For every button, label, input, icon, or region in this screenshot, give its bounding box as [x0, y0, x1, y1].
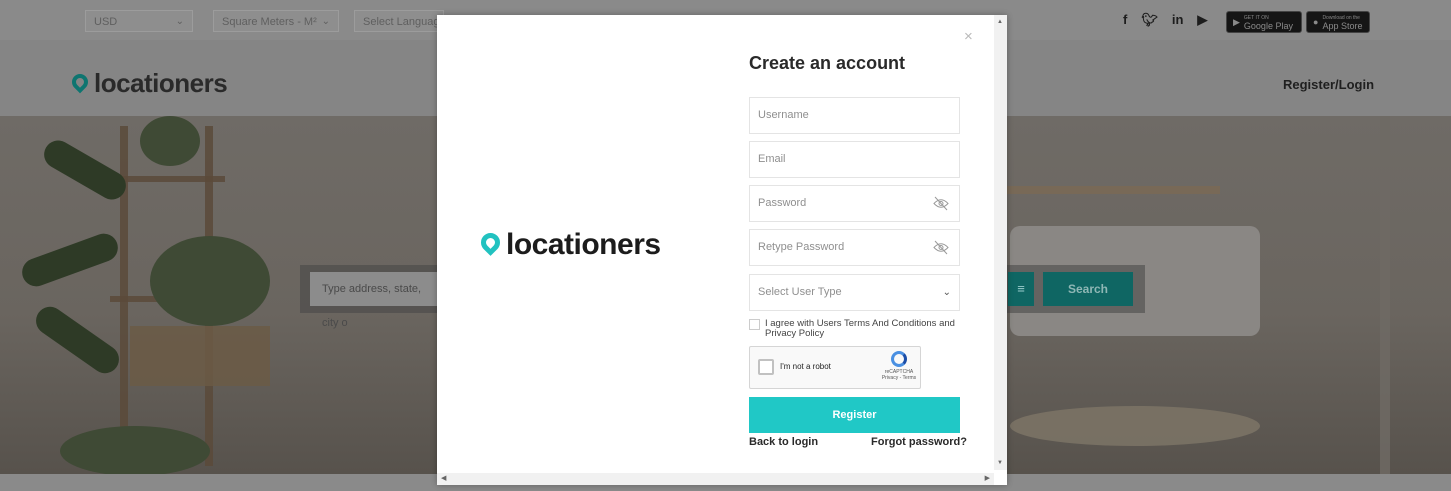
site-logo[interactable]: locationers: [68, 68, 228, 99]
google-play-label: Google Play: [1243, 21, 1293, 31]
units-value: Square Meters - M²: [222, 16, 317, 28]
hero-search-input[interactable]: Type address, state, city o: [310, 272, 440, 329]
youtube-icon[interactable]: ▶: [1197, 12, 1207, 28]
filter-button[interactable]: ≡: [1008, 272, 1034, 306]
close-icon[interactable]: ×: [964, 28, 973, 45]
google-play-icon: ▶: [1233, 16, 1240, 27]
modal-horizontal-scrollbar[interactable]: ◀ ▶: [437, 473, 994, 485]
register-login-link[interactable]: Register/Login: [1283, 77, 1374, 92]
username-field[interactable]: Username: [749, 97, 960, 134]
app-store-badge[interactable]: ● Download on the App Store: [1306, 11, 1370, 33]
user-type-value: Select User Type: [758, 286, 842, 298]
linkedin-icon[interactable]: in: [1172, 12, 1184, 28]
user-type-select[interactable]: Select User Type ⌄: [749, 274, 960, 311]
password-field[interactable]: Password: [749, 185, 960, 222]
twitter-icon[interactable]: 🐦︎: [1141, 12, 1158, 28]
facebook-icon[interactable]: f: [1123, 12, 1127, 28]
retype-password-placeholder: Retype Password: [758, 241, 845, 253]
username-placeholder: Username: [758, 109, 809, 121]
chevron-down-icon: ⌄: [942, 287, 951, 298]
currency-select[interactable]: USD ⌄: [85, 10, 193, 32]
recaptcha-widget: I'm not a robot reCAPTCHA Privacy - Term…: [749, 346, 921, 389]
recaptcha-links[interactable]: Privacy - Terms: [880, 375, 918, 381]
scroll-left-icon[interactable]: ◀: [441, 474, 446, 482]
wine-bottle: [30, 301, 125, 379]
location-pin-icon: [477, 229, 504, 256]
modal-logo-text: locationers: [506, 228, 661, 261]
wine-bottle: [39, 135, 131, 205]
scroll-down-icon[interactable]: ▼: [997, 460, 1003, 466]
site-logo-text: locationers: [94, 68, 228, 98]
recaptcha-brand: reCAPTCHA Privacy - Terms: [880, 351, 918, 381]
social-links: f 🐦︎ in ▶: [1123, 12, 1207, 28]
scroll-up-icon[interactable]: ▲: [997, 19, 1003, 25]
modal-vertical-scrollbar[interactable]: ▲ ▼: [994, 15, 1007, 470]
recaptcha-icon: [891, 351, 907, 367]
language-select[interactable]: Select Language: [354, 10, 444, 32]
filter-icon: ≡: [1017, 281, 1025, 296]
units-select[interactable]: Square Meters - M² ⌄: [213, 10, 339, 32]
planter-box: [130, 326, 270, 386]
retype-password-field[interactable]: Retype Password: [749, 229, 960, 266]
scroll-right-icon[interactable]: ▶: [985, 474, 990, 482]
location-pin-icon: [68, 70, 92, 94]
back-to-login-link[interactable]: Back to login: [749, 436, 818, 448]
register-modal: × locationers Create an account Username…: [437, 15, 1007, 485]
google-play-badge[interactable]: ▶ GET IT ON Google Play: [1226, 11, 1302, 33]
apple-icon: ●: [1313, 17, 1319, 27]
register-button[interactable]: Register: [749, 397, 960, 433]
shelf-board: [110, 176, 225, 182]
eye-off-icon[interactable]: [933, 186, 949, 221]
rug: [1010, 406, 1260, 446]
chevron-down-icon: ⌄: [175, 16, 184, 27]
forgot-password-link[interactable]: Forgot password?: [871, 436, 967, 448]
plant: [140, 116, 200, 166]
email-field[interactable]: Email: [749, 141, 960, 178]
form-title: Create an account: [749, 53, 906, 73]
terms-checkbox[interactable]: [749, 319, 760, 330]
recaptcha-label: I'm not a robot: [780, 362, 831, 371]
wine-bottle: [18, 229, 122, 291]
hero-search-button[interactable]: Search: [1043, 272, 1133, 306]
plant: [60, 426, 210, 476]
currency-value: USD: [94, 16, 118, 28]
language-value: Select Language: [363, 16, 444, 28]
terms-text: I agree with Users Terms And Conditions …: [765, 318, 955, 339]
app-store-label: App Store: [1322, 21, 1363, 31]
modal-logo: locationers: [477, 228, 661, 262]
sofa-frame: [1000, 186, 1220, 194]
curtain: [1380, 116, 1390, 474]
password-placeholder: Password: [758, 197, 807, 209]
plant: [150, 236, 270, 326]
eye-off-icon[interactable]: [933, 230, 949, 265]
recaptcha-checkbox[interactable]: [758, 359, 774, 375]
email-placeholder: Email: [758, 153, 786, 165]
chevron-down-icon: ⌄: [321, 16, 330, 27]
terms-agreement: I agree with Users Terms And Conditions …: [749, 319, 964, 339]
